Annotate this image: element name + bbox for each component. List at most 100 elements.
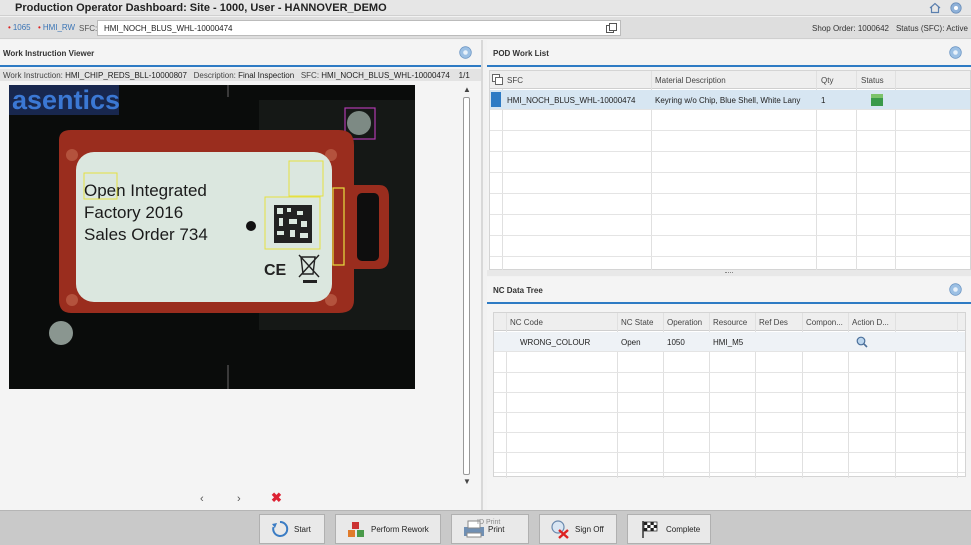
worklist-header-row: SFC Material Description Qty Status: [490, 71, 970, 89]
label-line-2: Factory 2016: [84, 203, 183, 222]
select-all-icon[interactable]: [492, 74, 503, 85]
col-action[interactable]: Action D...: [852, 318, 889, 327]
desc-label: Description:: [193, 71, 236, 80]
inspection-photo: Open Integrated Factory 2016 Sales Order…: [9, 85, 415, 389]
inspection-image: Open Integrated Factory 2016 Sales Order…: [9, 85, 415, 389]
nc-empty-row: [494, 393, 965, 413]
row-selector[interactable]: [491, 92, 501, 107]
nc-resource: HMI_M5: [713, 338, 744, 347]
wi-settings-icon[interactable]: [459, 46, 472, 59]
worklist-material: Keyring w/o Chip, Blue Shell, White Lany: [655, 96, 801, 105]
col-status[interactable]: Status: [861, 76, 884, 85]
nc-settings-icon[interactable]: [949, 283, 962, 296]
shop-order: Shop Order: 1000642: [812, 24, 889, 33]
work-instruction-panel: Work Instruction Viewer Work Instruction…: [0, 40, 483, 510]
worklist-empty-row: [490, 237, 970, 257]
wi-sfc-label: SFC:: [300, 71, 320, 80]
complete-button[interactable]: Complete: [627, 514, 711, 544]
col-nc-state[interactable]: NC State: [621, 318, 653, 327]
pod-selection-bar: • 1065 • HMI_RW SFC: HMI_NOCH_BLUS_WHL-100…: [0, 17, 971, 39]
resource-link[interactable]: • 1065: [8, 23, 31, 32]
nc-operation: 1050: [667, 338, 685, 347]
nc-code: WRONG_COLOUR: [520, 338, 591, 347]
operation-value[interactable]: HMI_RW: [43, 23, 75, 32]
worklist-qty: 1: [821, 96, 826, 105]
col-sfc[interactable]: SFC: [507, 76, 523, 85]
start-icon: [272, 520, 289, 537]
wi-sfc-value: HMI_NOCH_BLUS_WHL-10000474: [321, 71, 450, 80]
wi-scrollbar[interactable]: ▲ ▼: [461, 85, 472, 487]
wi-value: HMI_CHIP_REDS_BLL-10000807: [65, 71, 187, 80]
sfc-label: SFC:: [79, 24, 98, 33]
worklist-settings-icon[interactable]: [949, 46, 962, 59]
worklist-empty-row: [490, 132, 970, 152]
wi-label: Work Instruction:: [3, 71, 63, 80]
nc-row[interactable]: WRONG_COLOUR Open 1050 HMI_M5: [494, 332, 965, 352]
col-operation[interactable]: Operation: [667, 318, 702, 327]
print-button[interactable]: ID Print Print: [451, 514, 529, 544]
magnifier-icon[interactable]: [856, 336, 868, 348]
nc-empty-row: [494, 433, 965, 453]
popout-icon[interactable]: [606, 23, 617, 33]
wi-panel-title: Work Instruction Viewer: [3, 49, 95, 58]
label-line-1: Open Integrated: [84, 181, 207, 200]
col-ref-des[interactable]: Ref Des: [759, 318, 788, 327]
next-page-button[interactable]: ›: [237, 493, 241, 505]
wi-page: 1/1: [458, 71, 470, 80]
worklist-empty-row: [490, 174, 970, 194]
col-component[interactable]: Compon...: [806, 318, 843, 327]
status-indicator-icon: [871, 94, 883, 106]
sign-off-label: Sign Off: [575, 525, 604, 534]
nc-empty-row: [494, 413, 965, 433]
col-nc-code[interactable]: NC Code: [510, 318, 543, 327]
sfc-status: Status (SFC): Active: [895, 24, 968, 33]
col-material[interactable]: Material Description: [655, 76, 726, 85]
ce-mark: CE: [264, 262, 287, 279]
checkered-flag-icon: [642, 521, 658, 538]
start-button[interactable]: Start: [259, 514, 325, 544]
sign-off-icon: [551, 520, 569, 539]
rework-label: Perform Rework: [371, 525, 429, 534]
nc-empty-row: [494, 453, 965, 473]
perform-rework-button[interactable]: Perform Rework: [335, 514, 441, 544]
prev-page-button[interactable]: ‹: [200, 493, 204, 505]
scroll-track[interactable]: [463, 97, 470, 475]
worklist-empty-row: [490, 153, 970, 173]
panel-splitter[interactable]: [487, 270, 971, 276]
start-label: Start: [294, 525, 311, 534]
complete-label: Complete: [666, 525, 701, 534]
operation-link[interactable]: • HMI_RW: [38, 23, 75, 32]
worklist-panel-title: POD Work List: [493, 49, 549, 58]
col-qty[interactable]: Qty: [821, 76, 833, 85]
wi-panel-header: Work Instruction Viewer: [0, 40, 481, 67]
wi-info-bar: Work Instruction: HMI_CHIP_REDS_BLL-1000…: [0, 69, 481, 81]
worklist-sfc: HMI_NOCH_BLUS_WHL-10000474: [507, 96, 636, 105]
title-bar: Production Operator Dashboard: Site - 10…: [0, 0, 971, 16]
brand-logo: asentics: [12, 85, 120, 115]
col-resource[interactable]: Resource: [713, 318, 747, 327]
close-wi-button[interactable]: ✖: [271, 490, 282, 506]
settings-icon[interactable]: [950, 2, 962, 14]
worklist-empty-row: [490, 216, 970, 236]
sign-off-button[interactable]: Sign Off: [539, 514, 617, 544]
print-label: Print: [488, 525, 505, 534]
nc-panel-title: NC Data Tree: [493, 286, 543, 295]
worklist-row[interactable]: HMI_NOCH_BLUS_WHL-10000474 Keyring w/o C…: [490, 90, 970, 110]
worklist-empty-row: [490, 195, 970, 215]
page-title: Production Operator Dashboard: Site - 10…: [15, 2, 387, 14]
resource-value[interactable]: 1065: [13, 23, 31, 32]
nc-panel-header: NC Data Tree: [487, 277, 971, 304]
worklist-table: SFC Material Description Qty Status HMI_…: [489, 70, 971, 271]
desc-value: Final Inspection: [238, 71, 295, 80]
nc-empty-row: [494, 353, 965, 373]
sfc-input[interactable]: HMI_NOCH_BLUS_WHL-10000474: [97, 20, 621, 36]
home-icon[interactable]: [929, 2, 941, 14]
nc-empty-row: [494, 373, 965, 393]
pod-work-list-panel: POD Work List SFC Material Description Q…: [487, 40, 971, 271]
action-toolbar: Start Perform Rework ID Print Print Sign…: [0, 510, 971, 545]
label-line-3: Sales Order 734: [84, 225, 208, 244]
nc-data-tree-panel: NC Data Tree NC Code NC State Operation …: [487, 277, 971, 510]
scroll-down-icon[interactable]: ▼: [463, 477, 471, 486]
scroll-up-icon[interactable]: ▲: [463, 85, 471, 94]
worklist-panel-header: POD Work List: [487, 40, 971, 67]
